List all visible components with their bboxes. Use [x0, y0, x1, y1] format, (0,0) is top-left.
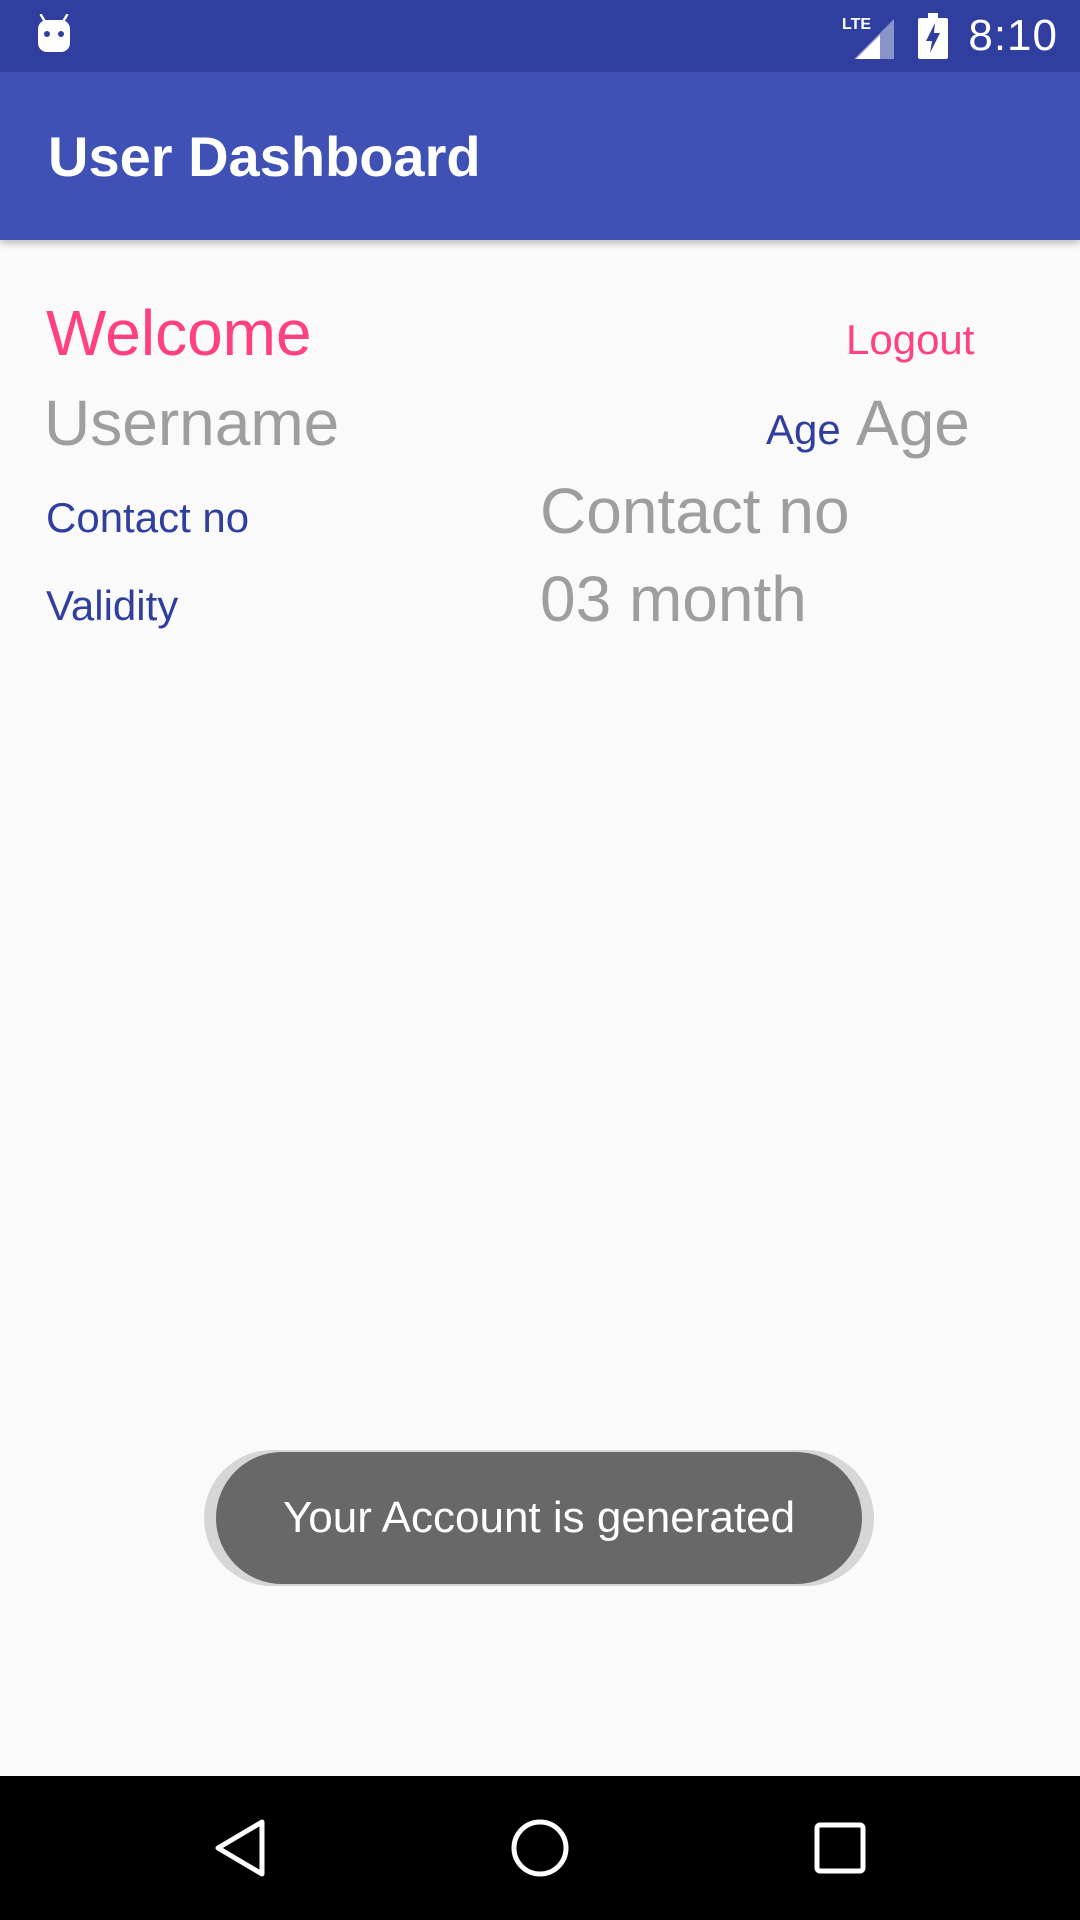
back-icon: [215, 1819, 265, 1877]
android-debug-icon: [38, 14, 70, 52]
lte-signal-icon: LTE: [842, 16, 895, 59]
status-time: 8:10: [968, 11, 1058, 60]
home-button[interactable]: [440, 1776, 640, 1920]
app-title: User Dashboard: [48, 125, 481, 188]
welcome-text: Welcome: [46, 297, 312, 369]
home-icon: [511, 1819, 569, 1877]
status-bar: LTE 8:10: [0, 0, 1080, 72]
battery-charging-icon: [918, 13, 949, 59]
logout-button[interactable]: Logout: [846, 316, 974, 364]
status-icons: LTE 8:10: [842, 0, 1058, 72]
contact-value: Contact no: [540, 475, 850, 547]
toast-message: Your Account is generated: [216, 1452, 862, 1584]
username-value: Username: [44, 387, 340, 459]
app-bar: User Dashboard: [0, 72, 1080, 240]
contact-label: Contact no: [46, 494, 250, 541]
age-value: Age: [856, 387, 970, 459]
svg-text:LTE: LTE: [842, 16, 871, 33]
screen: LTE 8:10 User Dashboard Welcome Logout U…: [0, 0, 1080, 1920]
recents-button[interactable]: [740, 1776, 940, 1920]
age-label: Age: [766, 406, 841, 453]
validity-label: Validity: [46, 582, 179, 629]
recents-icon: [814, 1822, 866, 1874]
navigation-bar: [0, 1776, 1080, 1920]
validity-value: 03 month: [540, 563, 807, 635]
back-button[interactable]: [140, 1776, 340, 1920]
